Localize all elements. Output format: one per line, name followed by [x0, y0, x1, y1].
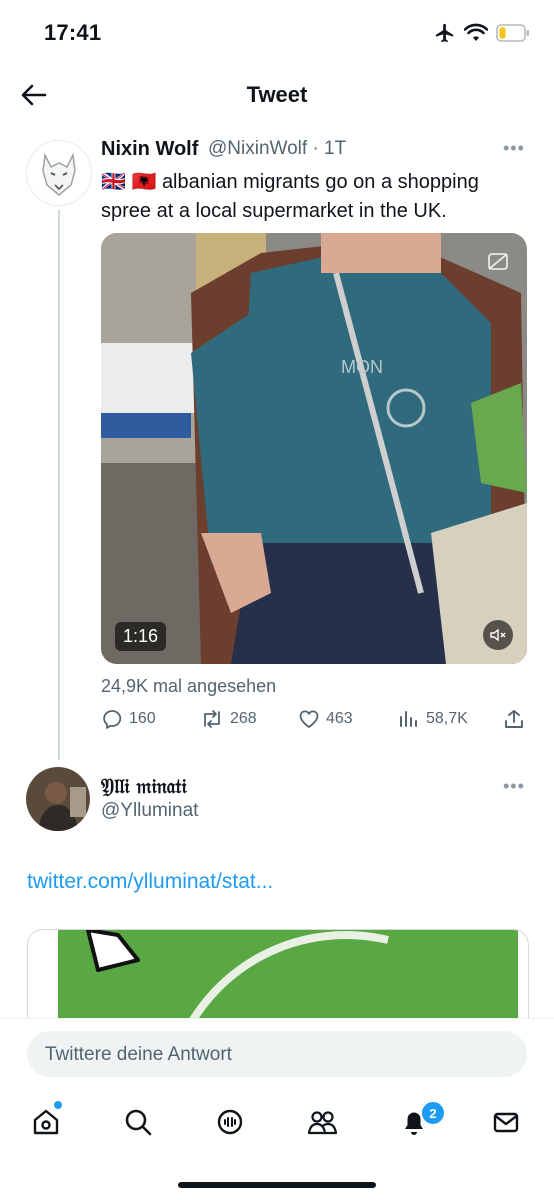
author-handle[interactable]: @NixinWolf · 1T: [208, 138, 346, 160]
home-icon: [33, 1109, 59, 1135]
bar-chart-icon: [400, 711, 417, 727]
avatar[interactable]: [26, 140, 92, 206]
tab-search[interactable]: [120, 1104, 156, 1140]
notifications-badge: 2: [420, 1100, 446, 1126]
tab-communities[interactable]: [304, 1104, 340, 1140]
share-icon: [505, 710, 523, 728]
author-name[interactable]: Nixin Wolf: [101, 138, 198, 161]
analytics-button[interactable]: 58,7K: [398, 708, 468, 730]
retweet-count: 268: [230, 710, 257, 727]
search-icon: [125, 1109, 152, 1136]
status-time: 17:41: [44, 20, 102, 45]
tab-home[interactable]: [28, 1104, 64, 1140]
retweet-icon: [204, 710, 220, 728]
video-duration: 1:16: [115, 622, 167, 651]
reply-composer[interactable]: [27, 1031, 527, 1079]
wolf-avatar-icon: [42, 152, 76, 196]
thread-line: [58, 210, 60, 760]
reply-author-handle[interactable]: @Ylluminat: [101, 800, 198, 822]
tweet-body: albanian migrants go on a shopping spree…: [101, 171, 479, 222]
reply-input[interactable]: [43, 1031, 507, 1079]
profile-photo-image: [26, 767, 90, 831]
reply-button[interactable]: 160: [101, 708, 156, 730]
more-options-button[interactable]: •••: [503, 138, 525, 159]
reply-icon: [103, 710, 122, 729]
share-button[interactable]: [503, 708, 525, 730]
video-frame-image: MON: [101, 233, 527, 664]
retweet-button[interactable]: 268: [200, 708, 257, 730]
airplane-icon: [435, 23, 454, 43]
mail-icon: [493, 1112, 519, 1133]
tab-messages[interactable]: [488, 1104, 524, 1140]
tweet-video[interactable]: MON: [101, 233, 527, 664]
tweet-text: 🇬🇧 🇦🇱 albanian migrants go on a shopping…: [101, 168, 521, 226]
tweet-actions: 160 268 463 58,7K: [101, 708, 527, 738]
flag-emojis: 🇬🇧 🇦🇱: [101, 171, 157, 193]
wifi-icon: [464, 23, 488, 41]
home-indicator[interactable]: [178, 1182, 376, 1188]
status-icons: [434, 22, 530, 44]
page-title: Tweet: [246, 82, 308, 107]
reply-count: 160: [129, 710, 156, 727]
view-count: 24,9K mal angesehen: [101, 676, 277, 696]
mute-button[interactable]: [483, 620, 513, 650]
battery-icon: [496, 24, 529, 42]
home-notification-dot: [54, 1101, 62, 1109]
reply-avatar[interactable]: [26, 767, 90, 831]
people-icon: [307, 1111, 338, 1135]
heart-icon: [299, 710, 319, 728]
media-settings-icon[interactable]: [486, 249, 512, 275]
tab-spaces[interactable]: [212, 1104, 248, 1140]
speaker-muted-icon: [490, 628, 506, 642]
like-count: 463: [326, 710, 353, 727]
like-button[interactable]: 463: [298, 708, 353, 730]
reply-more-options-button[interactable]: •••: [503, 776, 525, 797]
impression-count: 58,7K: [426, 710, 468, 727]
microphone-icon: [217, 1109, 243, 1135]
tweet-link[interactable]: twitter.com/ylluminat/stat...: [27, 870, 273, 894]
reply-author-name[interactable]: 𝔜𝔩𝔩𝔦 𝔪𝔦𝔫𝔞𝔱𝔦: [101, 774, 187, 798]
svg-text:MON: MON: [341, 357, 383, 377]
